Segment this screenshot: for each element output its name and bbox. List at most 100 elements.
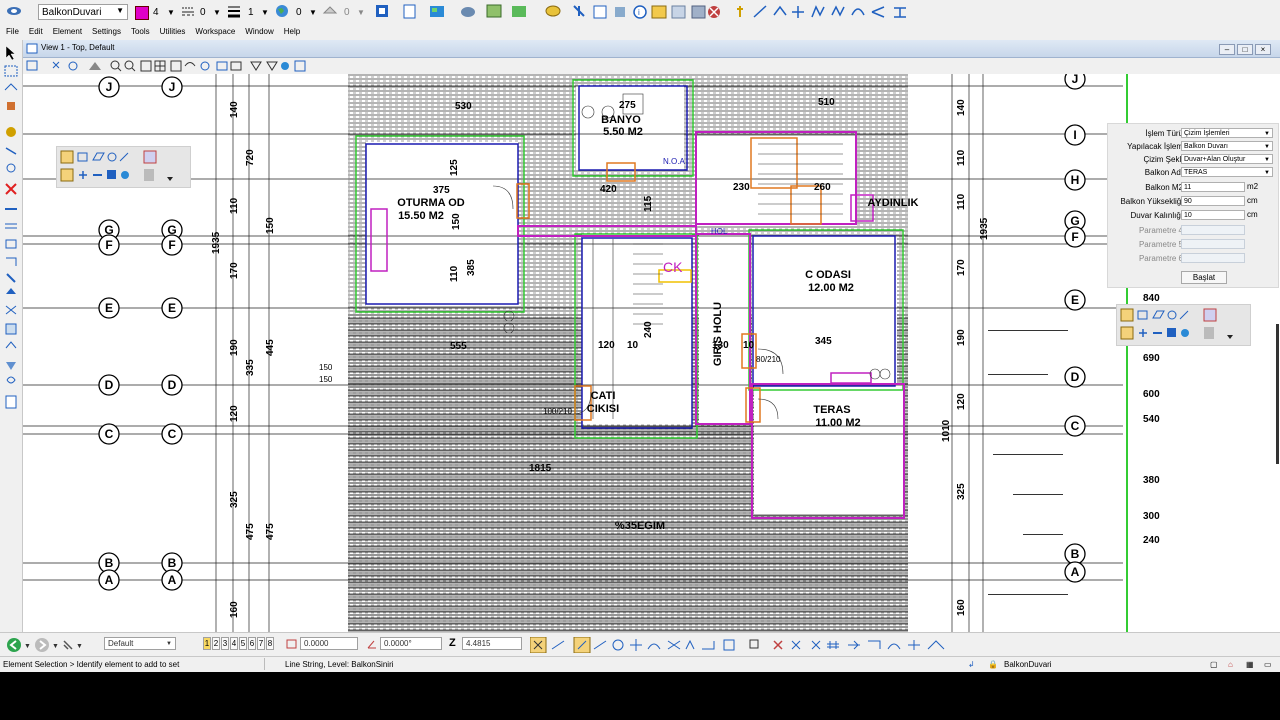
grid-icon[interactable]: ▦ [1246,660,1254,669]
room-area [696,136,856,226]
status-message: Line String, Level: BalkonSiniri [285,660,394,669]
chevron-down-icon[interactable]: ▼ [357,3,365,21]
menu-settings[interactable]: Settings [92,27,121,36]
model-icon[interactable]: ▢ [1210,660,1218,669]
floor-plan-drawing[interactable]: JJ GG FF EE DD CC BB AA J I H G F E D C … [23,74,1280,632]
snap-icons[interactable] [530,637,960,653]
dimension: 110 [449,265,460,282]
attributes-toolbar: BalkonDuvari ▼ 4 ▼ 0 ▼ 1 ▼ 0 ▼ 0 ▼ i [0,0,1280,25]
chevron-down-icon[interactable]: ▼ [309,3,317,21]
row-balkon-yuksekligi: Balkon Yüksekliği 90 cm [1108,196,1278,208]
dimension: 160 [229,601,240,618]
menu-help[interactable]: Help [284,27,300,36]
chevron-down-icon[interactable]: ▼ [261,3,269,21]
menu-element[interactable]: Element [53,27,82,36]
menu-window[interactable]: Window [245,27,273,36]
z-coordinate-field[interactable]: 4.4815 [462,637,522,650]
dimension: 110 [229,197,240,214]
combo-value: Balkon Duvarı [1184,143,1228,150]
duvar-kalinligi-input[interactable]: 10 [1181,210,1245,220]
grid-label: J [1072,74,1079,86]
view-tab-3[interactable]: 3 [221,637,229,650]
close-button[interactable]: × [1255,44,1271,55]
tool-icons[interactable]: i [376,4,906,19]
combo-value: Çizim İşlemleri [1184,130,1230,137]
balkon-adi-combo[interactable]: TERAS ▼ [1181,167,1273,177]
view-window[interactable]: View 1 - Top, Default – □ × J J G G F F … [23,40,1280,632]
dimension: 150 [319,363,333,372]
view-tab-4[interactable]: 4 [230,637,238,650]
linestyle-icon[interactable] [180,3,196,19]
chevron-down-icon: ▼ [166,641,172,647]
lock-icon[interactable]: 🔒 [988,660,998,669]
dimension: 140 [229,101,240,118]
home-icon[interactable]: ⌂ [1228,660,1233,669]
view-tab-6[interactable]: 6 [248,637,256,650]
globe-icon[interactable] [274,3,290,19]
balkon-m2-input[interactable]: 11 [1181,182,1245,192]
noa-label: N.O.A [663,157,685,166]
grid-label: A [105,573,114,587]
color-swatch[interactable] [135,6,149,20]
menu-file[interactable]: File [6,27,19,36]
angle-field[interactable]: 0.0000° [380,637,442,650]
view-tab-8[interactable]: 8 [266,637,274,650]
left-tool-palette [0,40,23,632]
view-icon [26,43,38,54]
dimension: 125 [449,159,460,176]
dimension: 115 [643,195,654,212]
chevron-down-icon: ▼ [1264,157,1270,163]
window-icon[interactable]: ▭ [1264,660,1272,669]
grid-label: E [1071,293,1079,307]
menu-workspace[interactable]: Workspace [195,27,235,36]
field-label: Balkon Adı [1144,168,1183,177]
minimize-button[interactable]: – [1219,44,1235,55]
level-combo[interactable]: BalkonDuvari ▼ [38,4,128,20]
view-tab-7[interactable]: 7 [257,637,265,650]
room-name: CATI [591,390,616,402]
drawing-tool-icons[interactable] [1117,305,1250,345]
x-coordinate-field[interactable]: 0.0000 [300,637,358,650]
maximize-button[interactable]: □ [1237,44,1253,55]
drawing-canvas[interactable]: JJ GG FF EE DD CC BB AA J I H G F E D C … [23,74,1280,632]
view-tab-5[interactable]: 5 [239,637,247,650]
weight-icon[interactable] [226,3,242,19]
view-control-icons[interactable] [25,59,315,73]
dimension: 140 [956,99,967,116]
active-level: BalkonDuvari [1004,660,1052,669]
app-menu-icon[interactable] [6,3,22,19]
dimension: 10 [627,340,639,351]
yapilacak-islem-combo[interactable]: Balkon Duvarı ▼ [1181,141,1273,151]
nav-icons[interactable]: ▼ ▼ ▼ [6,637,90,653]
room-area: 15.50 M2 [398,210,444,222]
view-group-combo[interactable]: Default ▼ [104,637,176,650]
priority-icon[interactable] [322,3,338,19]
level-label: 240 [1143,535,1160,546]
menu-tools[interactable]: Tools [131,27,150,36]
menu-utilities[interactable]: Utilities [160,27,186,36]
dimension: 260 [814,182,831,193]
level-label: 690 [1143,353,1160,364]
chevron-down-icon[interactable]: ▼ [213,3,221,21]
balkon-yuksekligi-input[interactable]: 90 [1181,196,1245,206]
dimension: 230 [733,182,750,193]
islem-turu-combo[interactable]: Çizim İşlemleri ▼ [1181,128,1273,138]
drawing-tool-icons[interactable] [57,147,190,187]
view-tab-1[interactable]: 1 [203,637,211,650]
cizim-sekli-combo[interactable]: Duvar+Alan Oluştur ▼ [1181,154,1273,164]
row-balkon-m2: Balkon M2 11 m2 [1108,182,1278,194]
dimension: 1010 [941,419,952,442]
parametre-6-input [1181,253,1245,263]
view-tab-2[interactable]: 2 [212,637,220,650]
tool-icons-strip[interactable]: i [372,3,920,21]
grid-label: G [1070,214,1079,228]
priority-value: 0 [344,6,350,18]
room-area: 12.00 M2 [808,282,854,294]
dimension: 130 [712,340,729,351]
dimension: 385 [466,259,477,276]
start-button[interactable]: Başlat [1181,271,1227,284]
tool-palette-icons[interactable] [3,44,19,414]
chevron-down-icon[interactable]: ▼ [167,3,175,21]
menu-edit[interactable]: Edit [29,27,43,36]
dimension-labels-left: 140 720 110 1935 150 170 445 190 335 120… [211,101,276,618]
